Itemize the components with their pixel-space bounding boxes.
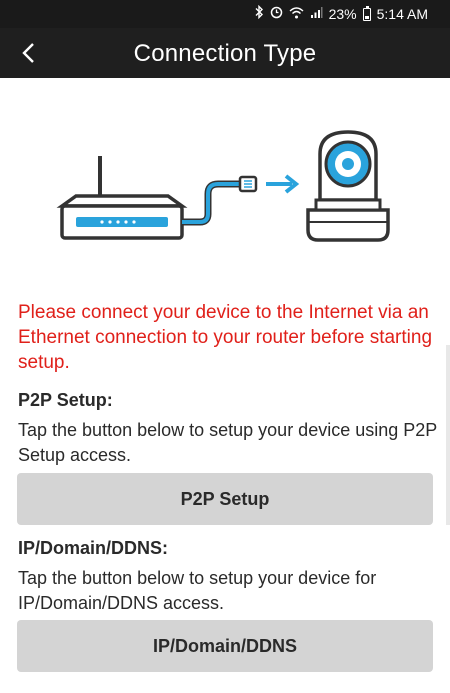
camera-icon: [306, 130, 390, 242]
p2p-setup-button[interactable]: P2P Setup: [17, 473, 433, 525]
page-title: Connection Type: [133, 40, 317, 67]
ethernet-cable-icon: [182, 175, 258, 226]
bluetooth-icon: [254, 4, 264, 23]
signal-icon: [310, 6, 323, 23]
p2p-section-description: Tap the button below to setup your devic…: [18, 420, 437, 465]
status-bar: 23% 5:14 AM: [0, 0, 450, 28]
alarm-icon: [270, 5, 283, 23]
ip-section-title: IP/Domain/DDNS:: [18, 538, 169, 558]
scrollbar[interactable]: [446, 345, 450, 525]
p2p-section-title: P2P Setup:: [18, 390, 113, 410]
router-icon: [56, 156, 188, 240]
ip-domain-ddns-button[interactable]: IP/Domain/DDNS: [17, 620, 433, 672]
warning-message: Please connect your device to the Intern…: [18, 302, 433, 373]
status-icons: 23% 5:14 AM: [254, 4, 428, 23]
app-bar: Connection Type: [0, 28, 450, 78]
connection-illustration: [56, 130, 390, 242]
status-time: 5:14 AM: [376, 6, 428, 22]
battery-percent: 23%: [328, 6, 357, 22]
arrow-right-icon: [266, 174, 300, 194]
ip-section-description: Tap the button below to setup your devic…: [18, 568, 377, 613]
battery-icon: [362, 5, 371, 21]
wifi-icon: [289, 6, 304, 23]
